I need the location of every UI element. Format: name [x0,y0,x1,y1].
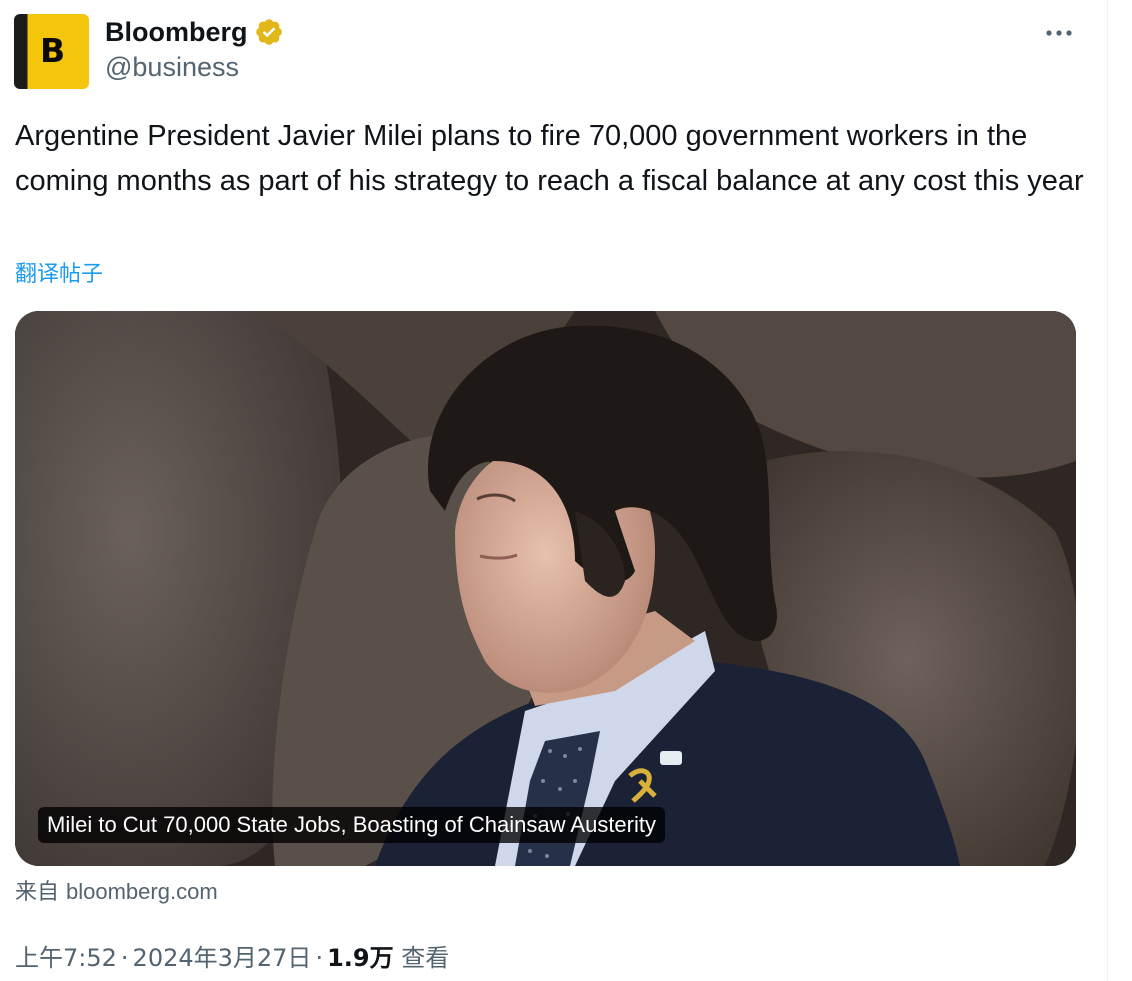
link-card-title: Milei to Cut 70,000 State Jobs, Boasting… [38,807,665,843]
link-source: 来自 bloomberg.com [15,874,218,906]
tweet-detail: B Bloomberg @business Argentine Presiden… [0,0,1132,981]
translate-post-link[interactable]: 翻译帖子 [15,256,103,288]
views-count: 1.9万 [327,944,394,972]
tweet-metadata: 上午7:52 · 2024年3月27日 · 1.9万 查看 [15,938,449,973]
meta-separator: · [120,944,129,972]
avatar-letter: B [40,31,66,70]
author-handle[interactable]: @business [105,52,239,83]
tweet-date[interactable]: 2024年3月27日 [133,944,312,972]
verified-badge-icon [255,19,282,45]
tweet-time[interactable]: 上午7:52 [15,944,117,972]
column-divider [1107,0,1108,981]
article-photo [15,311,1076,866]
author-display-name[interactable]: Bloomberg [105,17,248,48]
meta-separator: · [315,944,324,972]
source-prefix: 来自 [15,880,60,905]
author-avatar[interactable]: B [14,14,89,89]
views-label: 查看 [401,944,450,972]
tweet-text: Argentine President Javier Milei plans t… [15,120,1084,197]
source-domain-link[interactable]: bloomberg.com [66,879,218,904]
link-preview-card[interactable]: Milei to Cut 70,000 State Jobs, Boasting… [15,311,1076,866]
author-name-row: Bloomberg [105,14,284,50]
more-options-icon[interactable] [1040,18,1080,48]
